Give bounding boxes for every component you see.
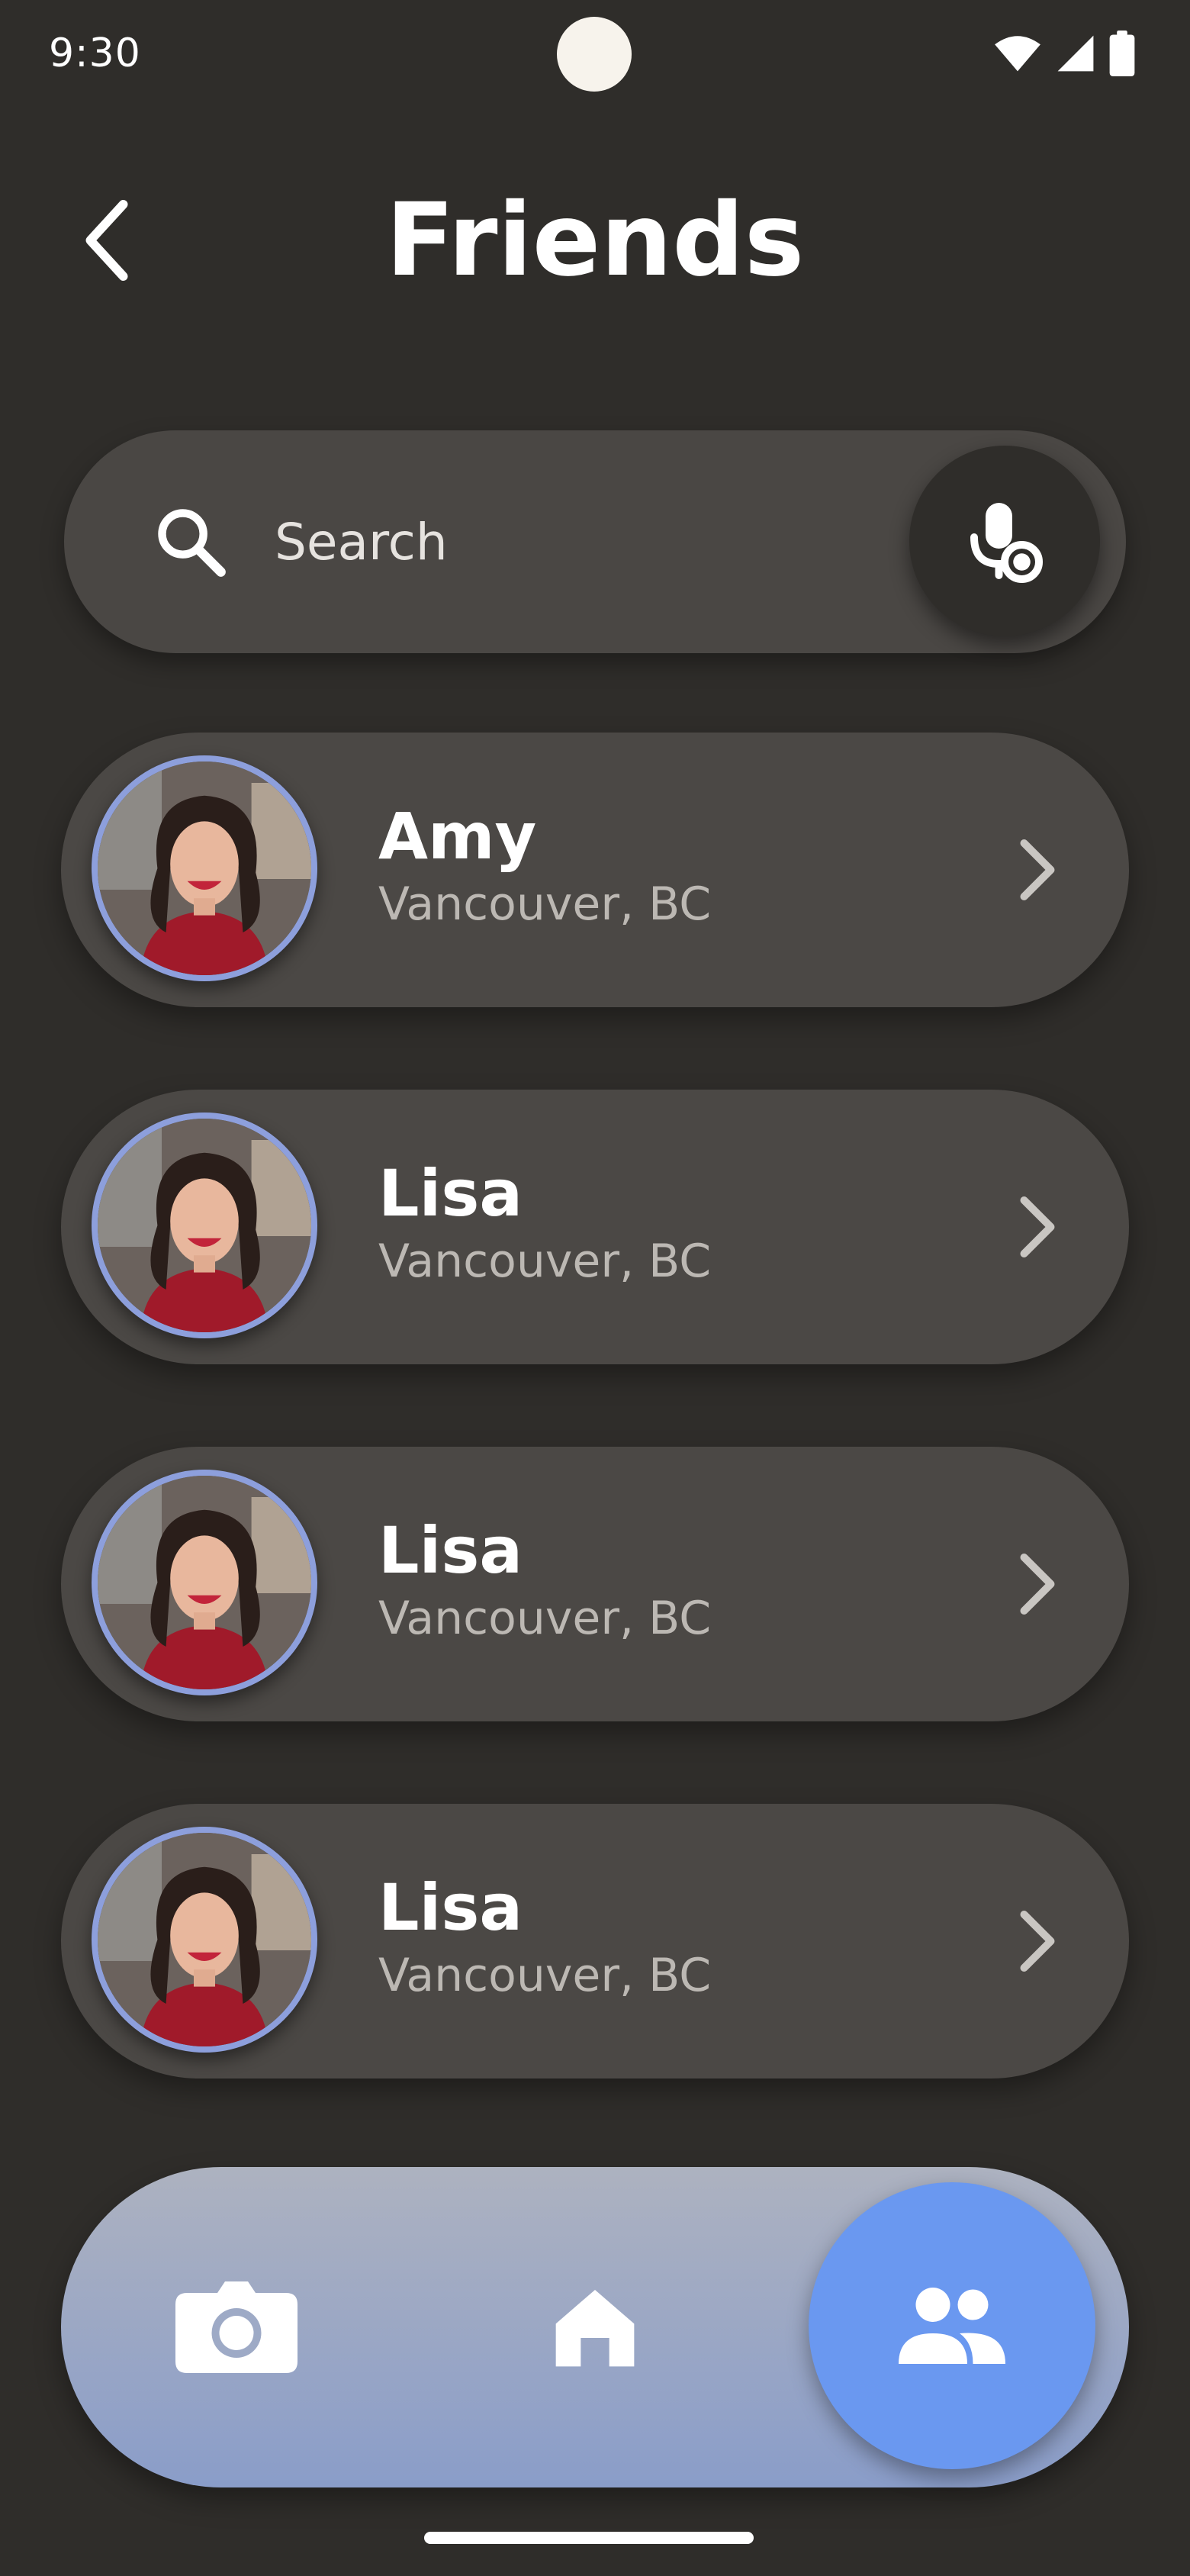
search-icon: [158, 509, 226, 577]
friend-name: Lisa: [378, 1870, 523, 1945]
friend-location: Vancouver, BC: [378, 1592, 712, 1645]
search-input[interactable]: [275, 504, 885, 580]
friend-card[interactable]: Lisa Vancouver, BC: [61, 1447, 1129, 1721]
home-indicator: [424, 2532, 754, 2544]
home-icon: [555, 2290, 635, 2367]
avatar: [92, 1113, 317, 1338]
friend-name: Amy: [378, 799, 537, 874]
friend-location: Vancouver, BC: [378, 1235, 712, 1288]
avatar: [92, 1470, 317, 1695]
nav-home-button[interactable]: [519, 2259, 671, 2396]
camera-notch: [557, 17, 632, 92]
friends-icon: [899, 2288, 1005, 2364]
battery-icon: [1109, 31, 1135, 76]
friend-card[interactable]: Lisa Vancouver, BC: [61, 1090, 1129, 1364]
nav-friends-button[interactable]: [809, 2182, 1095, 2469]
page-title: Friends: [385, 182, 805, 299]
signal-icon: [1057, 35, 1094, 72]
status-time: 9:30: [49, 31, 141, 76]
wifi-icon: [995, 36, 1040, 72]
chevron-right-icon: [1020, 1911, 1055, 1972]
friend-card[interactable]: Lisa Vancouver, BC: [61, 1804, 1129, 2079]
chevron-right-icon: [1020, 1196, 1055, 1257]
status-bar: 9:30: [0, 0, 1190, 114]
friend-location: Vancouver, BC: [378, 1949, 712, 2002]
friend-name: Lisa: [378, 1513, 523, 1588]
chevron-right-icon: [1020, 1554, 1055, 1615]
camera-icon: [175, 2281, 298, 2373]
chevron-right-icon: [1020, 839, 1055, 900]
voice-search-button[interactable]: [909, 446, 1100, 636]
status-icons: [993, 31, 1135, 76]
friend-location: Vancouver, BC: [378, 877, 712, 931]
avatar: [92, 755, 317, 981]
friend-card[interactable]: Amy Vancouver, BC: [61, 733, 1129, 1007]
friend-name: Lisa: [378, 1156, 523, 1231]
avatar: [92, 1827, 317, 2053]
voice-search-icon: [970, 503, 1043, 583]
nav-camera-button[interactable]: [153, 2259, 320, 2396]
